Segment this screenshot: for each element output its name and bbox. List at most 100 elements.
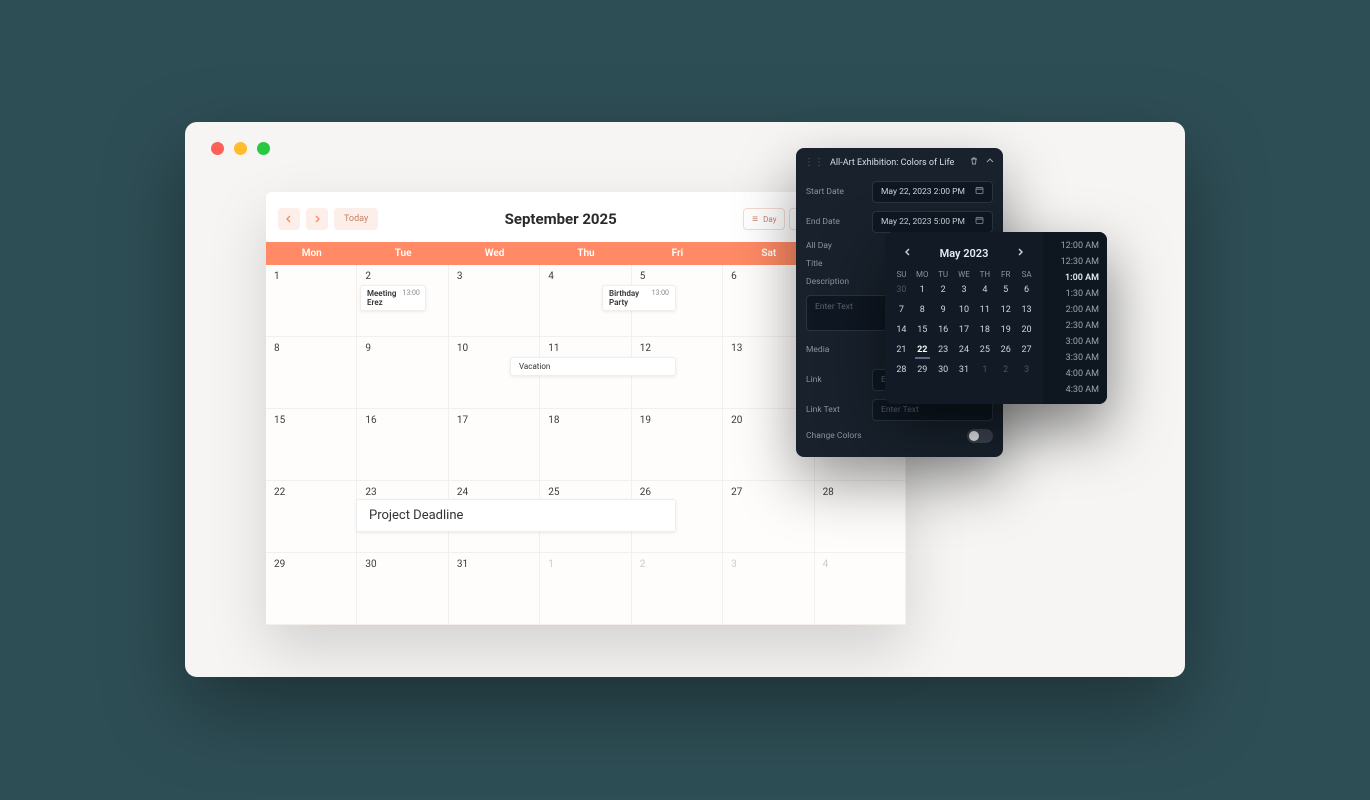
picker-day[interactable]: 5 <box>995 283 1016 297</box>
event-birthday[interactable]: Birthday Party 13:00 <box>602 285 676 311</box>
calendar-day-cell[interactable]: 9 <box>357 337 448 409</box>
calendar-day-cell[interactable]: 8 <box>266 337 357 409</box>
today-button[interactable]: Today <box>334 208 378 230</box>
picker-day[interactable]: 18 <box>974 323 995 337</box>
calendar-day-cell[interactable]: 3 <box>449 265 540 337</box>
time-option[interactable]: 12:00 AM <box>1043 238 1107 254</box>
picker-day[interactable]: 16 <box>933 323 954 337</box>
chevron-right-icon <box>1015 247 1025 257</box>
picker-day[interactable]: 26 <box>995 343 1016 357</box>
picker-day[interactable]: 11 <box>974 303 995 317</box>
day-number: 16 <box>365 415 439 426</box>
picker-dow: SUMOTUWETHFRSA <box>891 270 1037 279</box>
calendar-day-cell[interactable]: 30 <box>357 553 448 625</box>
calendar-day-cell[interactable]: 17 <box>449 409 540 481</box>
picker-day[interactable]: 27 <box>1016 343 1037 357</box>
day-number: 2 <box>640 559 714 570</box>
picker-day[interactable]: 15 <box>912 323 933 337</box>
picker-dow-cell: MO <box>912 270 933 279</box>
picker-day[interactable]: 31 <box>954 363 975 377</box>
picker-day[interactable]: 14 <box>891 323 912 337</box>
time-option[interactable]: 3:30 AM <box>1043 350 1107 366</box>
next-month-button[interactable] <box>306 208 328 230</box>
calendar-day-cell[interactable]: 22 <box>266 481 357 553</box>
change-colors-toggle[interactable] <box>967 429 993 443</box>
picker-day[interactable]: 9 <box>933 303 954 317</box>
picker-day[interactable]: 3 <box>954 283 975 297</box>
picker-day[interactable]: 4 <box>974 283 995 297</box>
calendar-day-cell[interactable]: 27 <box>723 481 814 553</box>
picker-day[interactable]: 19 <box>995 323 1016 337</box>
time-option[interactable]: 12:30 AM <box>1043 254 1107 270</box>
end-date-field[interactable]: May 22, 2023 5:00 PM <box>872 211 993 233</box>
time-list[interactable]: 12:00 AM12:30 AM1:00 AM1:30 AM2:00 AM2:3… <box>1043 232 1107 404</box>
day-number: 1 <box>548 559 622 570</box>
picker-day[interactable]: 2 <box>933 283 954 297</box>
picker-day[interactable]: 1 <box>912 283 933 297</box>
day-number: 29 <box>274 559 348 570</box>
event-vacation[interactable]: Vacation <box>510 357 676 376</box>
list-icon <box>752 215 760 223</box>
start-date-field[interactable]: May 22, 2023 2:00 PM <box>872 181 993 203</box>
calendar-day-cell[interactable]: 19 <box>632 409 723 481</box>
collapse-icon[interactable] <box>985 156 995 169</box>
picker-day[interactable]: 24 <box>954 343 975 357</box>
close-icon[interactable] <box>211 142 224 155</box>
picker-dow-cell: TU <box>933 270 954 279</box>
time-option[interactable]: 4:30 AM <box>1043 382 1107 398</box>
picker-day[interactable]: 12 <box>995 303 1016 317</box>
datepicker-calendar: May 2023 SUMOTUWETHFRSA 3012345678910111… <box>885 232 1043 404</box>
picker-day[interactable]: 10 <box>954 303 975 317</box>
view-day-button[interactable]: Day <box>743 208 785 230</box>
picker-day[interactable]: 13 <box>1016 303 1037 317</box>
day-number: 12 <box>640 343 714 354</box>
picker-day[interactable]: 3 <box>1016 363 1037 377</box>
window-controls <box>211 142 270 155</box>
picker-prev-button[interactable] <box>897 244 919 262</box>
calendar-day-cell[interactable]: 4 <box>815 553 906 625</box>
picker-day[interactable]: 23 <box>933 343 954 357</box>
picker-day[interactable]: 7 <box>891 303 912 317</box>
calendar-day-cell[interactable]: 1 <box>266 265 357 337</box>
picker-day[interactable]: 29 <box>912 363 933 377</box>
picker-day[interactable]: 20 <box>1016 323 1037 337</box>
time-option[interactable]: 2:30 AM <box>1043 318 1107 334</box>
minimize-icon[interactable] <box>234 142 247 155</box>
picker-day[interactable]: 8 <box>912 303 933 317</box>
picker-day[interactable]: 30 <box>891 283 912 297</box>
trash-icon[interactable] <box>969 156 979 169</box>
day-number: 27 <box>731 487 805 498</box>
event-meeting[interactable]: Meeting Erez 13:00 <box>360 285 426 311</box>
picker-day[interactable]: 1 <box>974 363 995 377</box>
calendar-day-cell[interactable]: 15 <box>266 409 357 481</box>
time-option[interactable]: 4:00 AM <box>1043 366 1107 382</box>
picker-day[interactable]: 6 <box>1016 283 1037 297</box>
time-option[interactable]: 2:00 AM <box>1043 302 1107 318</box>
prev-month-button[interactable] <box>278 208 300 230</box>
calendar-day-cell[interactable]: 18 <box>540 409 631 481</box>
calendar-day-cell[interactable]: 29 <box>266 553 357 625</box>
time-option[interactable]: 1:00 AM <box>1043 270 1107 286</box>
day-number: 4 <box>823 559 897 570</box>
calendar-day-cell[interactable]: 1 <box>540 553 631 625</box>
calendar-day-cell[interactable]: 28 <box>815 481 906 553</box>
picker-day[interactable]: 30 <box>933 363 954 377</box>
picker-dow-cell: SU <box>891 270 912 279</box>
picker-day[interactable]: 2 <box>995 363 1016 377</box>
calendar-icon <box>975 186 984 198</box>
zoom-icon[interactable] <box>257 142 270 155</box>
calendar-day-cell[interactable]: 31 <box>449 553 540 625</box>
drag-handle-icon[interactable]: ⋮⋮ <box>804 157 824 168</box>
event-deadline[interactable]: Project Deadline <box>356 499 676 532</box>
picker-day[interactable]: 22 <box>912 343 933 357</box>
calendar-day-cell[interactable]: 16 <box>357 409 448 481</box>
calendar-day-cell[interactable]: 3 <box>723 553 814 625</box>
picker-day[interactable]: 17 <box>954 323 975 337</box>
picker-next-button[interactable] <box>1009 244 1031 262</box>
time-option[interactable]: 3:00 AM <box>1043 334 1107 350</box>
picker-day[interactable]: 25 <box>974 343 995 357</box>
calendar-day-cell[interactable]: 2 <box>632 553 723 625</box>
picker-day[interactable]: 21 <box>891 343 912 357</box>
time-option[interactable]: 1:30 AM <box>1043 286 1107 302</box>
picker-day[interactable]: 28 <box>891 363 912 377</box>
